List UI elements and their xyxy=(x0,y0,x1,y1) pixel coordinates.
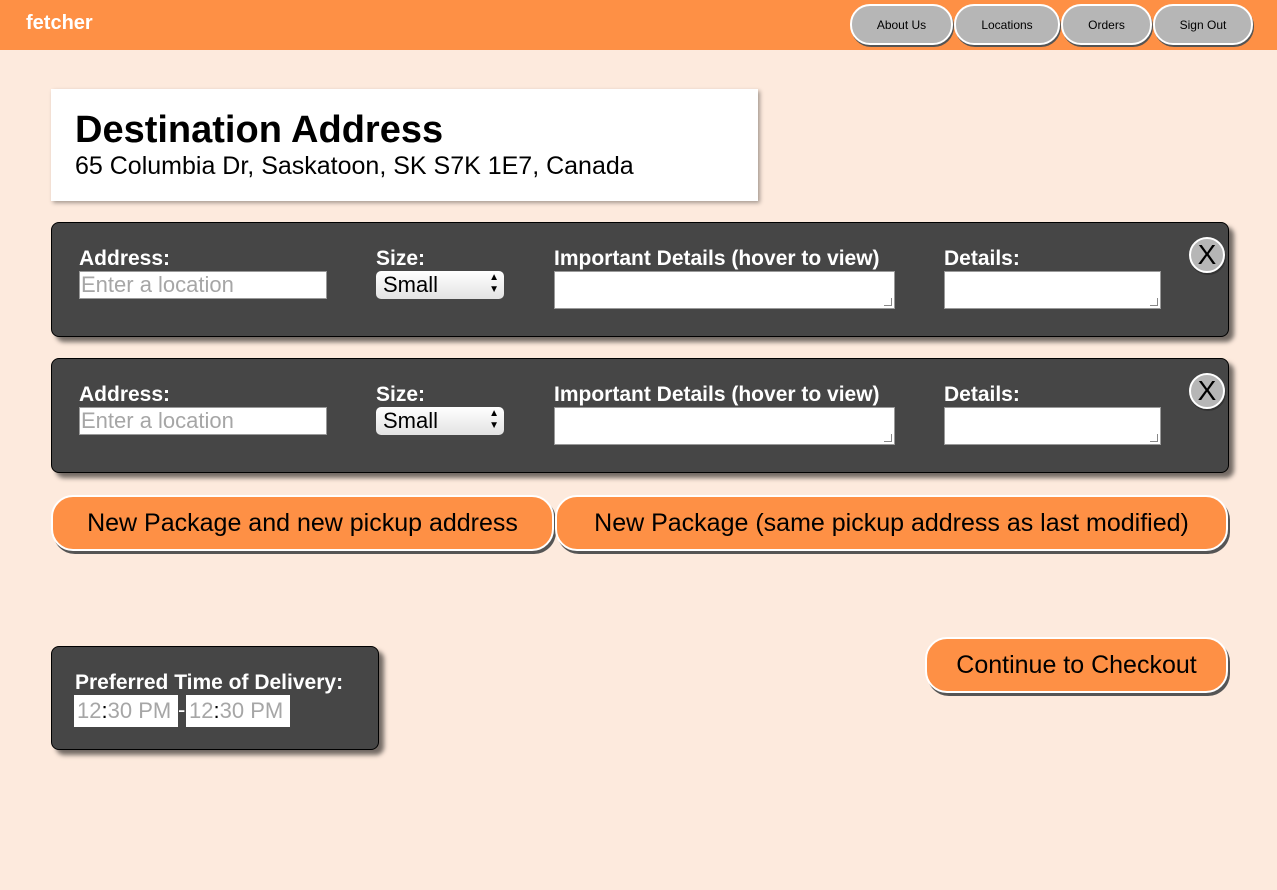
size-select[interactable]: Small ▲ ▼ xyxy=(376,407,504,435)
pickup-address-input[interactable]: Enter a location xyxy=(79,271,327,299)
delivery-time-label: Preferred Time of Delivery: xyxy=(75,671,344,694)
new-package-new-pickup-button[interactable]: New Package and new pickup address xyxy=(51,495,554,551)
start-rest: 30 PM xyxy=(107,698,172,723)
destination-address-card: Destination Address 65 Columbia Dr, Sask… xyxy=(51,89,758,201)
size-select-value: Small xyxy=(383,408,439,433)
nav-about-us-button[interactable]: About Us xyxy=(850,4,953,45)
important-details-textarea[interactable] xyxy=(554,407,895,445)
details-textarea[interactable] xyxy=(944,407,1161,445)
delivery-start-time-input[interactable]: 12:30 PM xyxy=(74,695,178,727)
new-package-same-pickup-button[interactable]: New Package (same pickup address as last… xyxy=(555,495,1228,551)
start-hour: 12 xyxy=(77,698,102,723)
remove-package-button[interactable]: X xyxy=(1189,373,1225,409)
destination-address: 65 Columbia Dr, Saskatoon, SK S7K 1E7, C… xyxy=(75,152,634,180)
details-textarea[interactable] xyxy=(944,271,1161,309)
nav-sign-out-button[interactable]: Sign Out xyxy=(1153,4,1253,45)
delivery-end-time-input[interactable]: 12:30 PM xyxy=(186,695,290,727)
important-details-textarea[interactable] xyxy=(554,271,895,309)
package-card: Address: Enter a location Size: Small ▲ ▼… xyxy=(51,222,1229,337)
important-details-label: Important Details (hover to view) xyxy=(554,247,880,270)
package-card: Address: Enter a location Size: Small ▲ ▼… xyxy=(51,358,1229,473)
address-label: Address: xyxy=(79,383,171,406)
continue-to-checkout-button[interactable]: Continue to Checkout xyxy=(925,637,1228,693)
address-label: Address: xyxy=(79,247,171,270)
nav-orders-button[interactable]: Orders xyxy=(1061,4,1152,45)
size-label: Size: xyxy=(376,383,426,406)
delivery-time-card: Preferred Time of Delivery: 12:30 PM - 1… xyxy=(51,646,379,750)
end-hour: 12 xyxy=(189,698,214,723)
end-rest: 30 PM xyxy=(219,698,284,723)
details-label: Details: xyxy=(944,383,1020,406)
size-label: Size: xyxy=(376,247,426,270)
destination-title: Destination Address xyxy=(75,109,444,151)
pickup-address-input[interactable]: Enter a location xyxy=(79,407,327,435)
size-select-value: Small xyxy=(383,272,439,297)
time-range-separator: - xyxy=(178,697,186,722)
select-arrows-icon: ▲ ▼ xyxy=(489,408,499,431)
important-details-label: Important Details (hover to view) xyxy=(554,383,880,406)
nav-locations-button[interactable]: Locations xyxy=(954,4,1060,45)
size-select[interactable]: Small ▲ ▼ xyxy=(376,271,504,299)
remove-package-button[interactable]: X xyxy=(1189,237,1225,273)
select-arrows-icon: ▲ ▼ xyxy=(489,272,499,295)
brand-logo[interactable]: fetcher xyxy=(26,12,93,35)
top-bar: fetcher About Us Locations Orders Sign O… xyxy=(0,0,1277,50)
details-label: Details: xyxy=(944,247,1020,270)
